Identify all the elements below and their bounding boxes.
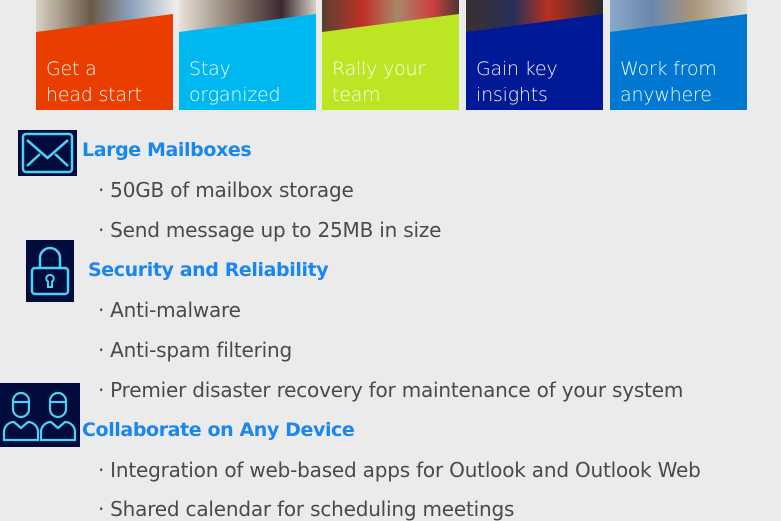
list-item: · Premier disaster recovery for maintenan… [98,378,684,402]
tile-label: Gain key insights [476,58,558,106]
users-icon [0,383,80,447]
list-item: · Integration of web-based apps for Outlo… [98,458,701,482]
tile-rally-your-team[interactable]: Rally your team [322,0,459,110]
tile-get-a-head-start[interactable]: Get a head start [36,0,173,110]
tile-label: Stay organized [189,58,281,106]
tile-work-from-anywhere[interactable]: Work from anywhere [610,0,747,110]
list-item: · Anti-spam filtering [98,338,293,362]
list-item: · Shared calendar for scheduling meetings [98,497,515,521]
tile-label: Get a head start [46,58,142,106]
envelope-icon [18,130,77,176]
list-item: · Anti-malware [98,298,241,322]
section-heading-collaborate-on-any-device: Collaborate on Any Device [82,419,355,441]
section-heading-large-mailboxes: Large Mailboxes [82,139,252,161]
list-item: · Send message up to 25MB in size [98,218,442,242]
list-item: · 50GB of mailbox storage [98,178,354,202]
tile-stay-organized[interactable]: Stay organized [179,0,316,110]
lock-icon [26,240,74,302]
section-heading-security-and-reliability: Security and Reliability [88,259,329,281]
tile-label: Work from anywhere [620,58,717,106]
tile-label: Rally your team [332,58,425,106]
tile-gain-key-insights[interactable]: Gain key insights [466,0,603,110]
